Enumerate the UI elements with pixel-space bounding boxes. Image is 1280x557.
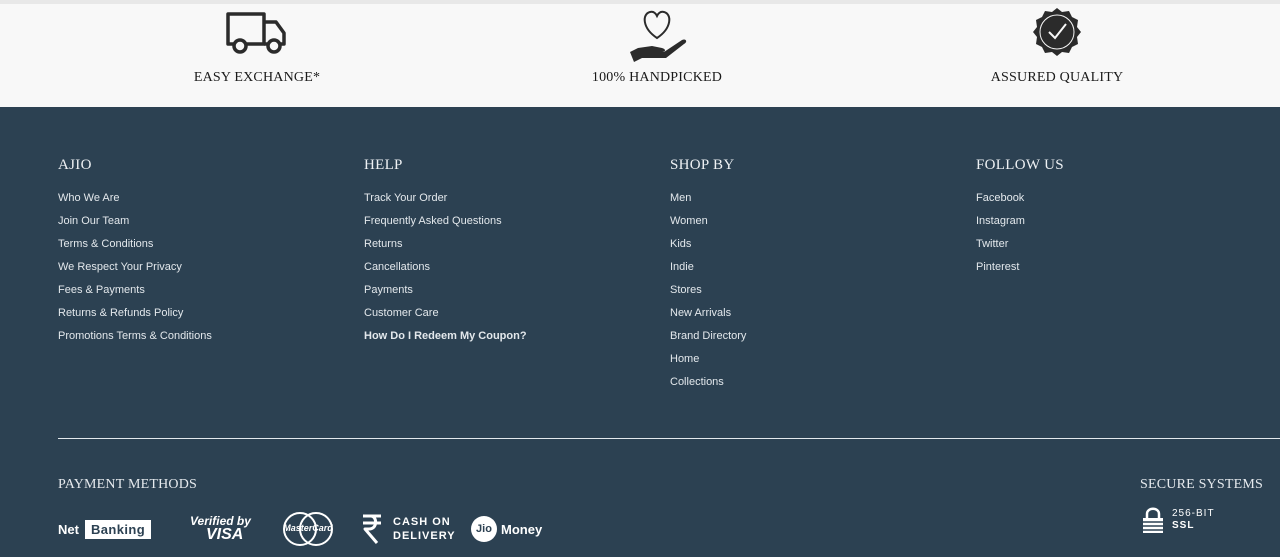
footer-link-pinterest[interactable]: Pinterest — [976, 256, 1064, 279]
footer-link-men[interactable]: Men — [670, 187, 746, 210]
badge-check-icon — [1032, 6, 1082, 61]
footer-link-customer-care[interactable]: Customer Care — [364, 302, 527, 325]
footer-link-kids[interactable]: Kids — [670, 233, 746, 256]
footer-link-privacy[interactable]: We Respect Your Privacy — [58, 256, 212, 279]
footer-link-terms[interactable]: Terms & Conditions — [58, 233, 212, 256]
rupee-icon — [363, 514, 381, 544]
footer-link-returns-refunds[interactable]: Returns & Refunds Policy — [58, 302, 212, 325]
footer-link-promotions-terms[interactable]: Promotions Terms & Conditions — [58, 325, 212, 348]
feature-label: EASY EXCHANGE* — [193, 70, 321, 85]
feature-label: ASSURED QUALITY — [990, 70, 1124, 85]
ssl-badge: 256-BIT SSL — [1142, 506, 1215, 534]
footer-column-help: HELP Track Your Order Frequently Asked Q… — [364, 157, 527, 348]
footer-link-indie[interactable]: Indie — [670, 256, 746, 279]
mastercard-logo: MasterCard — [278, 511, 338, 547]
column-title: SHOP BY — [670, 157, 735, 173]
footer-link-fees-payments[interactable]: Fees & Payments — [58, 279, 212, 302]
heart-hand-icon — [624, 6, 690, 67]
footer-divider — [58, 438, 1280, 439]
column-title: AJIO — [58, 157, 92, 173]
netbanking-logo: Net Banking — [58, 511, 152, 547]
site-footer: AJIO Who We Are Join Our Team Terms & Co… — [0, 107, 1280, 557]
footer-link-instagram[interactable]: Instagram — [976, 210, 1064, 233]
footer-link-twitter[interactable]: Twitter — [976, 233, 1064, 256]
footer-link-who-we-are[interactable]: Who We Are — [58, 187, 212, 210]
footer-link-cancellations[interactable]: Cancellations — [364, 256, 527, 279]
footer-link-track-order[interactable]: Track Your Order — [364, 187, 527, 210]
footer-link-women[interactable]: Women — [670, 210, 746, 233]
footer-link-returns[interactable]: Returns — [364, 233, 527, 256]
truck-icon — [224, 6, 290, 59]
footer-column-follow-us: FOLLOW US Facebook Instagram Twitter Pin… — [976, 157, 1064, 279]
jio-money-logo: Jio Money — [471, 511, 542, 547]
feature-label: 100% HANDPICKED — [591, 70, 723, 85]
footer-link-faq[interactable]: Frequently Asked Questions — [364, 210, 527, 233]
payment-methods-title: PAYMENT METHODS — [58, 477, 198, 492]
footer-link-payments[interactable]: Payments — [364, 279, 527, 302]
footer-column-shop-by: SHOP BY Men Women Kids Indie Stores New … — [670, 157, 746, 394]
footer-link-new-arrivals[interactable]: New Arrivals — [670, 302, 746, 325]
footer-link-home[interactable]: Home — [670, 348, 746, 371]
footer-link-facebook[interactable]: Facebook — [976, 187, 1064, 210]
footer-link-redeem-coupon[interactable]: How Do I Redeem My Coupon? — [364, 325, 527, 348]
column-title: HELP — [364, 157, 403, 173]
footer-column-ajio: AJIO Who We Are Join Our Team Terms & Co… — [58, 157, 212, 348]
footer-link-stores[interactable]: Stores — [670, 279, 746, 302]
cash-on-delivery-logo: CASH ON DELIVERY — [361, 511, 456, 547]
features-strip: EASY EXCHANGE* 100% HANDPICKED ASSURED Q… — [0, 0, 1280, 107]
footer-link-brand-directory[interactable]: Brand Directory — [670, 325, 746, 348]
column-title: FOLLOW US — [976, 157, 1064, 173]
verified-by-visa-logo: Verified by VISA — [190, 514, 251, 543]
lock-icon — [1143, 507, 1163, 533]
footer-link-collections[interactable]: Collections — [670, 371, 746, 394]
secure-systems-title: SECURE SYSTEMS — [1140, 477, 1263, 492]
footer-link-join-our-team[interactable]: Join Our Team — [58, 210, 212, 233]
